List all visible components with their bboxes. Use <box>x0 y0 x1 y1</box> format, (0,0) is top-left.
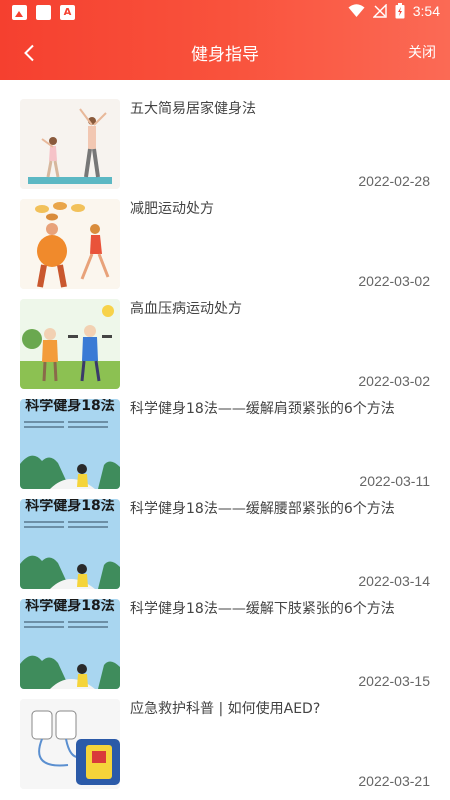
app-header: 3:54 健身指导 关闭 <box>0 0 450 80</box>
item-date: 2022-03-02 <box>358 373 430 389</box>
list-item[interactable]: 科学健身18法 科学健身18法——缓解下肢紧张的6个方法 2022-03-15 <box>0 594 450 694</box>
item-title: 高血压病运动处方 <box>130 301 242 317</box>
wifi-icon <box>348 4 365 17</box>
title-bar: 健身指导 关闭 <box>0 30 450 76</box>
item-title: 科学健身18法——缓解肩颈紧张的6个方法 <box>130 401 395 417</box>
battery-icon <box>395 3 405 19</box>
close-button[interactable]: 关闭 <box>408 42 436 62</box>
signal-icon <box>372 4 387 18</box>
list-item[interactable]: 五大简易居家健身法 2022-02-28 <box>0 94 450 194</box>
app-notification-icon <box>60 5 75 20</box>
list-item[interactable]: 科学健身18法 科学健身18法——缓解肩颈紧张的6个方法 2022-03-11 <box>0 394 450 494</box>
item-title: 五大简易居家健身法 <box>130 101 256 117</box>
status-bar: 3:54 <box>0 0 450 26</box>
list-item[interactable]: 应急救护科普 | 如何使用AED? 2022-03-21 <box>0 694 450 794</box>
poster-title: 科学健身18法 <box>25 599 115 614</box>
item-title: 科学健身18法——缓解下肢紧张的6个方法 <box>130 601 395 617</box>
list-item[interactable]: 减肥运动处方 2022-03-02 <box>0 194 450 294</box>
article-list: 五大简易居家健身法 2022-02-28 减肥运动处方 2022-03-02 高… <box>0 94 450 794</box>
item-date: 2022-03-15 <box>358 673 430 689</box>
hypertension-exercise-image <box>20 299 120 389</box>
fitness-18-poster: 科学健身18法 <box>20 399 120 489</box>
page-title: 健身指导 <box>191 45 259 65</box>
status-time: 3:54 <box>412 3 440 19</box>
item-title: 科学健身18法——缓解腰部紧张的6个方法 <box>130 501 395 517</box>
home-workout-image <box>20 99 120 189</box>
weight-loss-image <box>20 199 120 289</box>
item-date: 2022-03-21 <box>358 773 430 789</box>
square-notification-icon <box>36 5 51 20</box>
item-title: 减肥运动处方 <box>130 201 214 217</box>
item-date: 2022-03-02 <box>358 273 430 289</box>
item-date: 2022-02-28 <box>358 173 430 189</box>
list-item[interactable]: 高血压病运动处方 2022-03-02 <box>0 294 450 394</box>
fitness-18-poster: 科学健身18法 <box>20 599 120 689</box>
item-date: 2022-03-14 <box>358 573 430 589</box>
fitness-18-poster: 科学健身18法 <box>20 499 120 589</box>
gallery-notification-icon <box>12 5 27 20</box>
aed-device-image <box>20 699 120 789</box>
list-item[interactable]: 科学健身18法 科学健身18法——缓解腰部紧张的6个方法 2022-03-14 <box>0 494 450 594</box>
poster-title: 科学健身18法 <box>25 399 115 414</box>
poster-title: 科学健身18法 <box>25 499 115 514</box>
item-date: 2022-03-11 <box>359 473 430 489</box>
item-title: 应急救护科普 | 如何使用AED? <box>130 701 321 717</box>
